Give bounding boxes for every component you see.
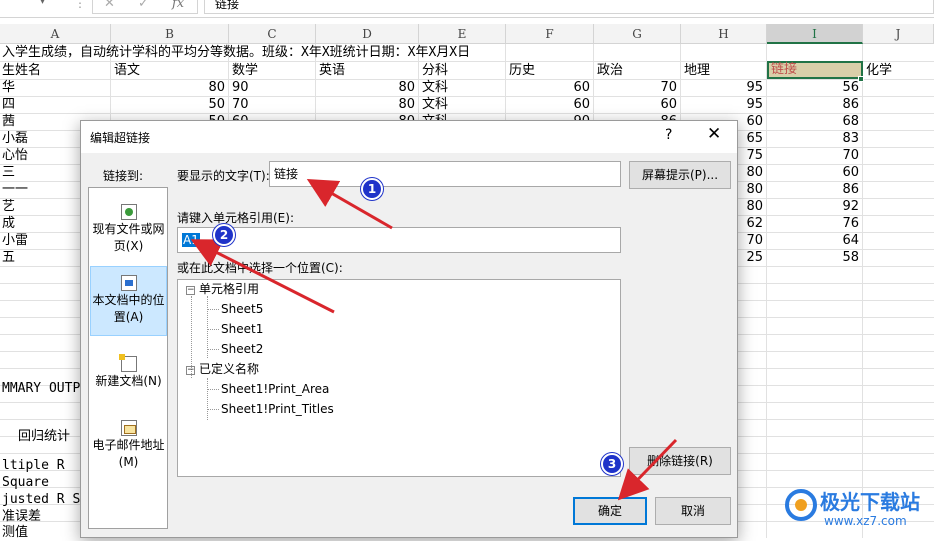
watermark-logo-icon	[785, 489, 817, 521]
watermark-url: www.xz7.com	[824, 514, 907, 528]
annotation-arrow-3	[617, 438, 678, 501]
annotation-badge-1: 1	[361, 178, 383, 200]
watermark: 极光下载站 www.xz7.com	[784, 484, 934, 538]
annotation-arrow-2	[190, 239, 335, 314]
watermark-text: 极光下载站	[820, 490, 920, 514]
annotation-badge-2: 2	[213, 224, 235, 246]
annotation-badge-3: 3	[601, 453, 623, 475]
annotation-arrows	[190, 179, 678, 501]
